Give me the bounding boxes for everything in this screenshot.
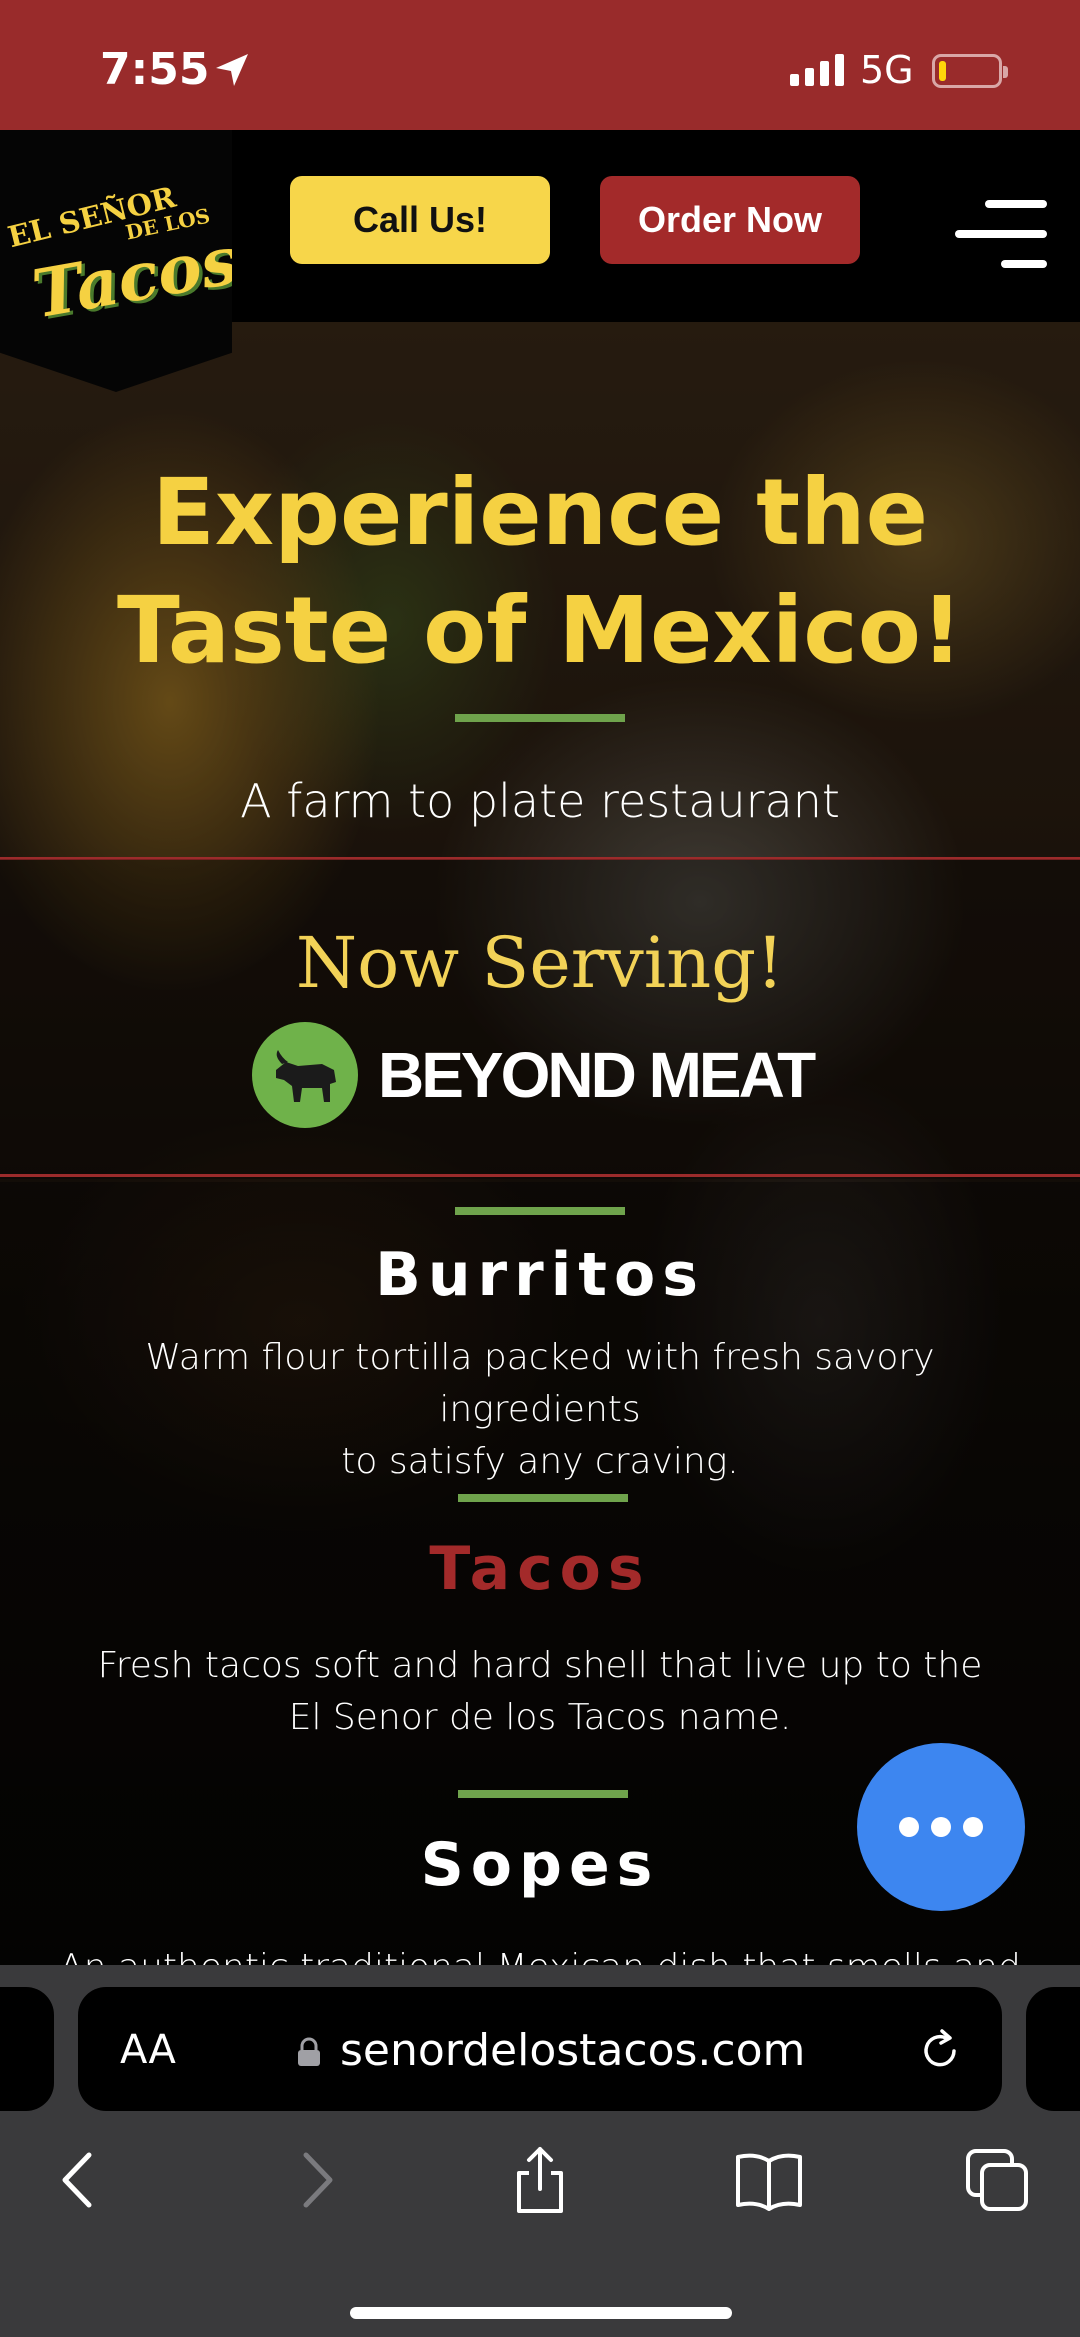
status-bar: 7:55 5G [0,0,1080,130]
address-bar[interactable]: AA senordelostacos.com [78,1987,1002,2111]
now-serving-heading: Now Serving! [295,922,785,1004]
cellular-signal-icon [790,54,844,86]
menu-desc-burritos: Warm flour tortilla packed with fresh sa… [40,1332,1040,1488]
menu-title-tacos[interactable]: Tacos [0,1534,1080,1604]
status-time: 7:55 [100,44,210,95]
battery-icon [932,54,1008,88]
sopes-divider [458,1790,628,1798]
menu-desc-tacos-line-1: Fresh tacos soft and hard shell that liv… [97,1645,983,1686]
order-now-button[interactable]: Order Now [600,176,860,264]
hero-subheadline: A farm to plate restaurant [240,774,840,828]
hero-divider [455,714,625,722]
hero-section: Experience the Taste of Mexico! A farm t… [0,322,1080,1965]
menu-title-burritos[interactable]: Burritos [0,1240,1080,1310]
menu-desc-burritos-line-1: Warm flour tortilla packed with fresh sa… [145,1337,935,1430]
dot-icon [899,1817,919,1837]
menu-desc-sopes: An authentic traditional Mexican dish th… [40,1942,1040,1965]
browser-toolbar: AA senordelostacos.com [0,1965,1080,2337]
dot-icon [931,1817,951,1837]
more-options-button[interactable] [857,1743,1025,1911]
network-type: 5G [860,48,914,92]
promo-band [0,859,1080,1179]
burritos-divider [455,1207,625,1215]
hero-headline: Experience the Taste of Mexico! [0,454,1080,690]
bookmarks-icon[interactable] [734,2145,804,2215]
next-tab-preview[interactable] [1026,1987,1080,2111]
home-indicator[interactable] [350,2307,732,2319]
dot-icon [963,1817,983,1837]
menu-desc-tacos: Fresh tacos soft and hard shell that liv… [40,1640,1040,1744]
share-icon[interactable] [505,2145,575,2215]
previous-tab-preview[interactable] [0,1987,54,2111]
menu-desc-tacos-line-2: El Senor de los Tacos name. [288,1697,792,1738]
site-logo[interactable]: EL SEÑOR DE LOS Tacos [0,130,232,392]
call-us-button[interactable]: Call Us! [290,176,550,264]
tabs-icon[interactable] [962,2145,1032,2215]
menu-desc-burritos-line-2: to satisfy any craving. [341,1441,739,1482]
forward-icon[interactable] [280,2145,350,2215]
beyond-meat-bull-icon [252,1022,358,1128]
text-size-button[interactable]: AA [120,2027,176,2073]
beyond-meat-wordmark: BEYOND MEAT [378,1039,816,1111]
hero-headline-line-2: Taste of Mexico! [117,577,963,684]
promo-bottom-rule [0,1174,1080,1177]
tacos-divider [458,1494,628,1502]
lock-icon [298,2037,320,2066]
url-text[interactable]: senordelostacos.com [340,2025,805,2076]
back-icon[interactable] [45,2145,115,2215]
hamburger-menu-icon[interactable] [955,200,1047,278]
reload-icon[interactable] [916,2027,964,2075]
location-arrow-icon [216,54,248,86]
hero-headline-line-1: Experience the [151,459,929,566]
